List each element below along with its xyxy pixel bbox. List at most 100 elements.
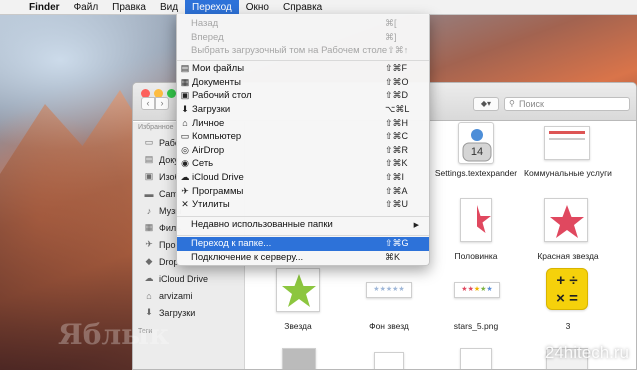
menu-item-computer[interactable]: ▭ Компьютер ⇧⌘C [177,130,429,144]
zoom-window-button[interactable] [167,89,176,98]
file-label: 3 [565,321,571,331]
menu-separator [177,216,429,217]
menu-item-all-files[interactable]: ▤ Мои файлы ⇧⌘F [177,62,429,76]
menu-item-home[interactable]: ⌂ Личное ⇧⌘H [177,116,429,130]
network-icon: ◉ [181,158,189,169]
sidebar-item-label: iCloud Drive [159,273,209,284]
menu-item-label: iCloud Drive [192,172,244,184]
menu-item-label: Сеть [192,158,214,170]
file-thumbnail[interactable] [374,352,404,369]
half-star-icon [477,205,491,233]
file-thumbnail[interactable] [544,198,588,242]
menu-item-label: Вперед [191,31,224,43]
file-label: Коммунальные услуги [524,168,612,178]
colored-stars-icon: ★★★★★ [461,286,493,293]
menu-item-documents[interactable]: ▦ Документы ⇧⌘O [177,76,429,90]
file-thumbnail[interactable]: 14 [458,122,494,164]
watermark-yablyk: Яблык [58,318,170,351]
movies-icon: ▦ [144,222,154,232]
menu-item-label: Назад [191,18,219,30]
back-button[interactable]: ‹ [141,97,155,110]
menu-bar: Finder Файл Правка Вид Переход Окно Спра… [0,0,637,15]
menu-item-applications[interactable]: ✈ Программы ⇧⌘A [177,184,429,198]
menu-item-back: Назад ⌘[ [177,17,429,31]
file-thumbnail[interactable]: + ÷ × = [546,268,588,310]
menu-item-recent-folders[interactable]: Недавно использованные папки ▶ [177,218,429,232]
menu-go[interactable]: Переход [185,0,239,15]
menu-item-label: Утилиты [192,199,230,211]
file-thumbnail[interactable] [282,348,316,369]
icloud-icon: ☁ [144,273,154,283]
sidebar-item-icloud[interactable]: ☁ iCloud Drive [143,270,243,287]
airdrop-icon: ◎ [181,144,189,155]
search-icon: ⚲ [509,99,515,108]
downloads-icon: ⬇ [181,104,189,115]
menu-item-connect-to-server[interactable]: Подключение к серверу... ⌘K [177,251,429,265]
file-thumbnail[interactable]: ★★★★★ [454,282,500,298]
go-menu-dropdown: Назад ⌘[ Вперед ⌘] Выбрать загрузочный т… [176,14,430,266]
menu-item-airdrop[interactable]: ◎ AirDrop ⇧⌘R [177,144,429,158]
menu-item-shortcut: ⇧⌘K [385,158,408,169]
menu-item-label: Программы [192,185,244,197]
spreadsheet-preview-line [549,138,585,140]
menu-item-shortcut: ⇧⌘A [385,185,408,196]
dropbox-toolbar-button[interactable]: ◆▾ [473,97,499,111]
home-icon: ⌂ [146,290,152,301]
submenu-arrow-icon: ▶ [413,221,419,229]
file-thumbnail[interactable]: ★★★★★ [366,282,412,298]
file-thumbnail[interactable] [460,348,492,369]
sidebar-item-home[interactable]: ⌂ arvizami [143,287,243,304]
menu-item-label: Личное [192,117,225,129]
file-label: Фон звезд [369,321,409,331]
menu-item-label: Переход к папке... [191,238,272,250]
search-field[interactable]: ⚲ Поиск [504,97,630,111]
documents-icon: ▤ [144,154,154,164]
menu-item-label: Компьютер [192,131,242,143]
menu-item-shortcut: ⇧⌘F [385,63,408,74]
home-icon: ⌂ [182,118,188,129]
menu-item-startup-volume: Выбрать загрузочный том на Рабочем столе… [177,44,429,58]
menu-item-shortcut: ⌘[ [385,18,397,29]
applications-icon: ✈ [181,185,189,196]
forward-button[interactable]: › [155,97,169,110]
menu-view[interactable]: Вид [153,0,185,15]
menu-item-label: Недавно использованные папки [191,219,333,231]
menu-item-shortcut: ⇧⌘I [385,172,405,183]
file-thumbnail[interactable] [460,198,492,242]
menu-item-shortcut: ⇧⌘C [385,131,409,142]
sidebar-header-favorites: Избранное [138,124,174,131]
menu-item-network[interactable]: ◉ Сеть ⇧⌘K [177,157,429,171]
menu-item-shortcut: ⇧⌘D [385,90,409,101]
menu-edit[interactable]: Правка [105,0,153,15]
menu-file[interactable]: Файл [67,0,106,15]
menu-item-shortcut: ⌥⌘L [385,104,410,115]
menu-item-utilities[interactable]: ✕ Утилиты ⇧⌘U [177,198,429,212]
file-label: Звезда [284,321,312,331]
file-thumbnail[interactable] [276,268,320,312]
menu-item-label: Мои файлы [192,63,245,75]
all-files-icon: ▤ [180,63,190,74]
menu-item-go-to-folder[interactable]: Переход к папке... ⇧⌘G [177,237,429,251]
file-thumbnail[interactable] [544,126,590,160]
menu-window[interactable]: Окно [239,0,276,15]
menu-item-icloud[interactable]: ☁ iCloud Drive ⇧⌘I [177,171,429,185]
calculator-icon: + ÷ × = [556,272,578,307]
menu-item-forward: Вперед ⌘] [177,31,429,45]
applications-icon: ✈ [145,239,153,249]
menu-item-desktop[interactable]: ▣ Рабочий стол ⇧⌘D [177,89,429,103]
downloads-icon: ⬇ [145,307,153,317]
badge-count: 14 [470,146,484,158]
menu-item-shortcut: ⇧⌘H [385,117,409,128]
menu-item-shortcut: ⇧⌘G [385,238,409,249]
menu-help[interactable]: Справка [276,0,329,15]
search-placeholder: Поиск [519,99,544,109]
dropbox-icon: ◆▾ [480,99,492,108]
menu-finder[interactable]: Finder [22,0,67,15]
menu-item-shortcut: ⇧⌘↑ [387,45,409,56]
file-label: Красная звезда [537,251,599,261]
menu-item-downloads[interactable]: ⬇ Загрузки ⌥⌘L [177,103,429,117]
menu-item-label: AirDrop [192,144,225,156]
music-icon: ♪ [146,205,152,216]
menu-item-shortcut: ⇧⌘O [385,76,409,87]
computer-icon: ▭ [180,131,190,142]
